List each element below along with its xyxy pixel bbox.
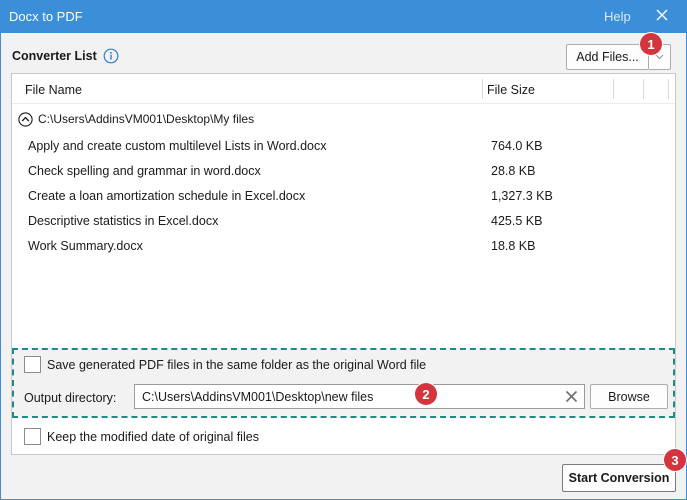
- file-size: 1,327.3 KB: [491, 189, 553, 203]
- column-divider[interactable]: [613, 79, 614, 99]
- output-directory-input[interactable]: [134, 384, 585, 409]
- step-badge-3: 3: [664, 449, 686, 471]
- clear-icon[interactable]: [564, 389, 579, 404]
- collapse-icon[interactable]: [18, 111, 33, 127]
- info-icon[interactable]: [103, 48, 119, 64]
- help-link[interactable]: Help: [604, 9, 631, 24]
- folder-group-row[interactable]: C:\Users\AddinsVM001\Desktop\My files: [18, 110, 254, 128]
- converter-list-title: Converter List: [12, 49, 97, 63]
- chevron-down-icon: [655, 54, 664, 60]
- file-name: Work Summary.docx: [28, 239, 143, 253]
- keep-date-label[interactable]: Keep the modified date of original files: [47, 430, 259, 444]
- column-divider[interactable]: [482, 79, 483, 99]
- file-size: 18.8 KB: [491, 239, 536, 253]
- list-item[interactable]: Descriptive statistics in Excel.docx 425…: [28, 214, 668, 232]
- list-item[interactable]: Work Summary.docx 18.8 KB: [28, 239, 668, 257]
- file-name: Check spelling and grammar in word.docx: [28, 164, 261, 178]
- file-name: Apply and create custom multilevel Lists…: [28, 139, 327, 153]
- title-bar: Docx to PDF Help: [0, 0, 687, 33]
- list-item[interactable]: Check spelling and grammar in word.docx …: [28, 164, 668, 182]
- list-item[interactable]: Create a loan amortization schedule in E…: [28, 189, 668, 207]
- column-header-file-size[interactable]: File Size: [487, 83, 535, 97]
- file-name: Create a loan amortization schedule in E…: [28, 189, 306, 203]
- column-divider[interactable]: [643, 79, 644, 99]
- file-size: 425.5 KB: [491, 214, 543, 228]
- column-header-file-name[interactable]: File Name: [25, 83, 82, 97]
- folder-path: C:\Users\AddinsVM001\Desktop\My files: [38, 112, 255, 126]
- add-files-button[interactable]: Add Files...: [566, 44, 649, 70]
- same-folder-label[interactable]: Save generated PDF files in the same fol…: [47, 358, 426, 372]
- output-directory-label: Output directory:: [24, 391, 117, 405]
- list-header: File Name File Size: [12, 74, 675, 104]
- column-divider[interactable]: [668, 79, 669, 99]
- same-folder-checkbox[interactable]: [24, 356, 41, 373]
- step-badge-1: 1: [640, 33, 662, 55]
- browse-button[interactable]: Browse: [590, 384, 668, 409]
- close-icon[interactable]: [653, 6, 671, 24]
- start-conversion-button[interactable]: Start Conversion: [562, 464, 676, 492]
- step-badge-2: 2: [415, 383, 437, 405]
- keep-date-checkbox[interactable]: [24, 428, 41, 445]
- file-size: 28.8 KB: [491, 164, 536, 178]
- file-size: 764.0 KB: [491, 139, 543, 153]
- file-name: Descriptive statistics in Excel.docx: [28, 214, 219, 228]
- list-item[interactable]: Apply and create custom multilevel Lists…: [28, 139, 668, 157]
- window-title: Docx to PDF: [9, 9, 83, 24]
